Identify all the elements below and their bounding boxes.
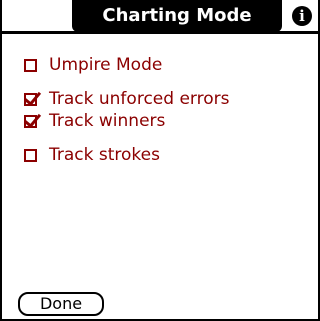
option-label: Umpire Mode [49,55,163,75]
done-button[interactable]: Done [18,292,104,316]
charting-mode-screen: Charting Mode i Umpire Mode Track unforc… [0,0,320,321]
option-label: Track strokes [49,145,160,165]
title-underline [2,31,320,34]
page-title: Charting Mode [102,5,252,26]
checkbox-track-winners[interactable] [24,114,37,128]
option-label: Track unforced errors [49,89,230,109]
checkbox-track-strokes[interactable] [24,148,37,162]
option-umpire-mode[interactable]: Umpire Mode [24,52,162,78]
option-track-winners[interactable]: Track winners [24,108,165,134]
checkbox-umpire-mode[interactable] [24,58,37,72]
checkbox-track-unforced-errors[interactable] [24,92,37,106]
title-bar: Charting Mode i [2,0,320,34]
option-label: Track winners [49,111,166,131]
info-icon[interactable]: i [292,6,312,26]
option-track-strokes[interactable]: Track strokes [24,142,160,168]
